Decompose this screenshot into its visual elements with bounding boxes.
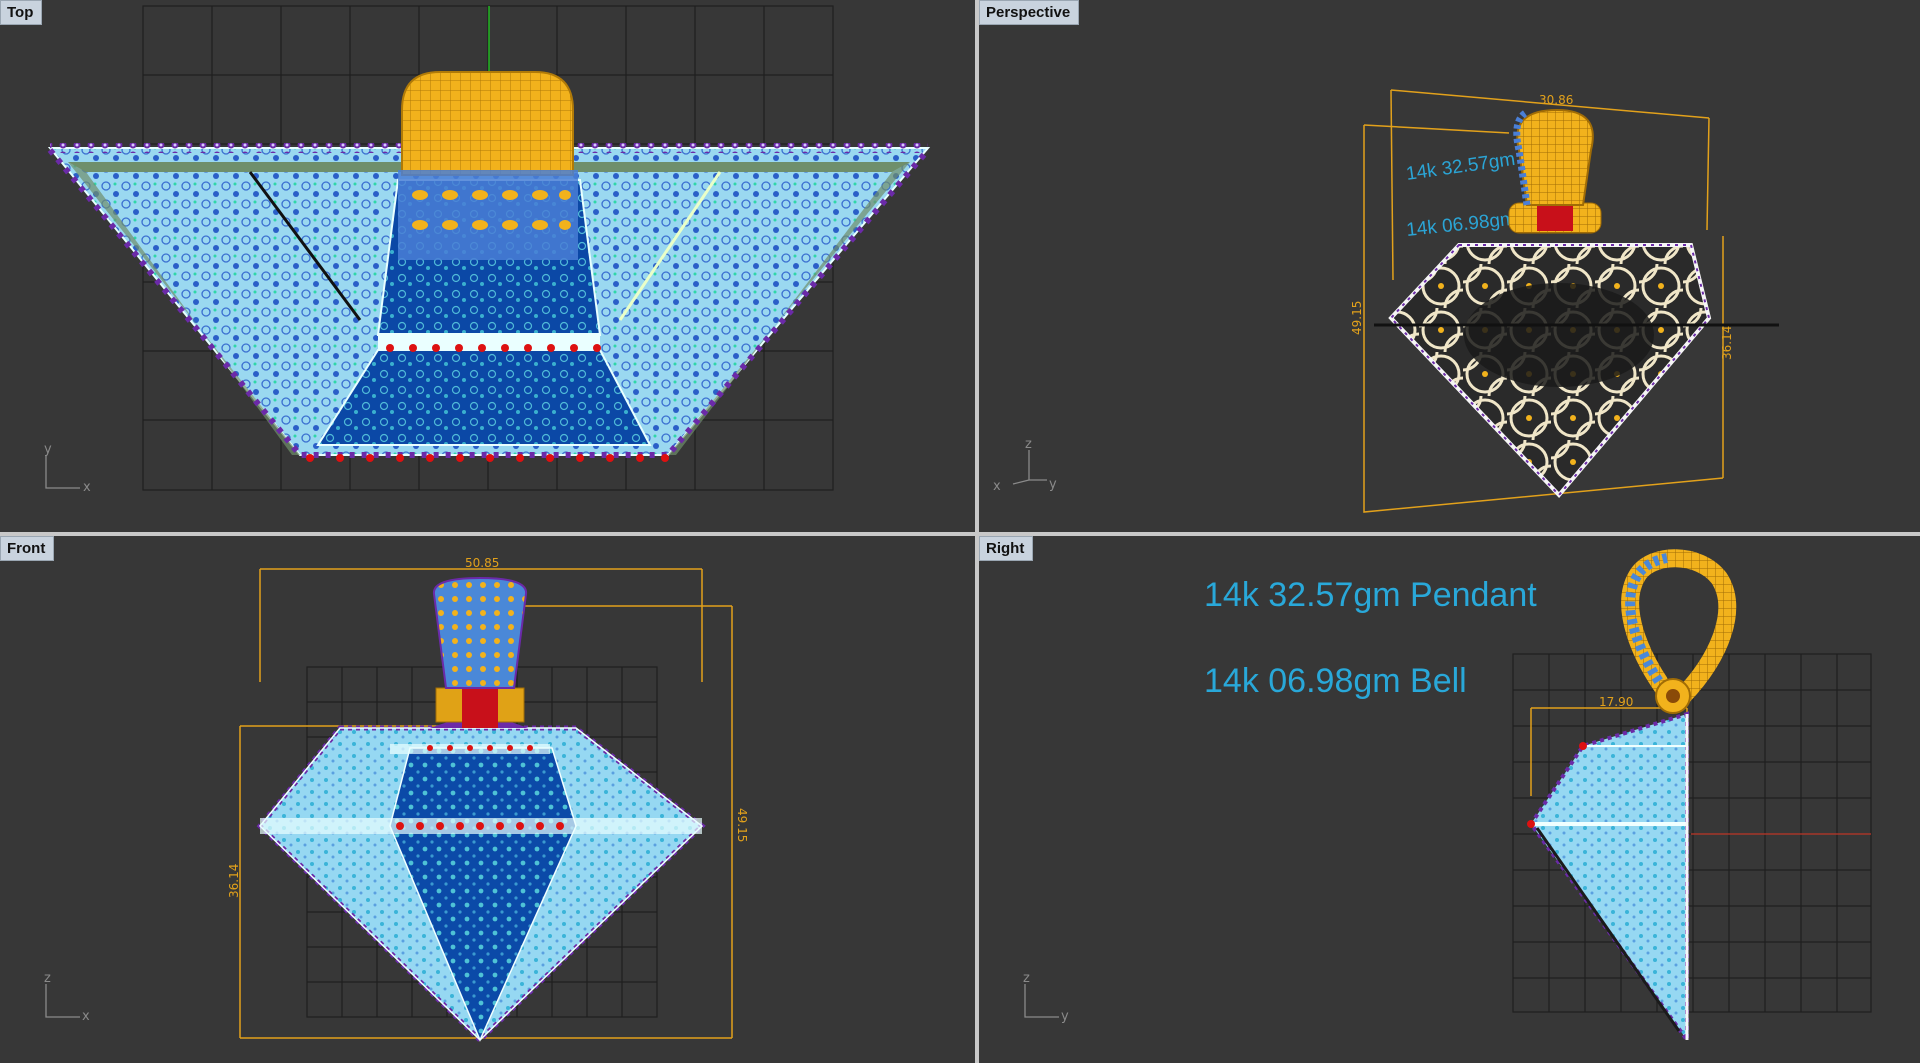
axis-label-y: y <box>1049 477 1057 492</box>
note-pendant-weight: 14k 32.57gm Pendant <box>1204 576 1537 614</box>
axis-icon-top <box>45 455 80 489</box>
viewport-top[interactable]: Top y x <box>0 0 975 532</box>
axis-label-z: z <box>44 971 51 986</box>
axis-label-z: z <box>1025 437 1032 452</box>
perspective-bail <box>1516 108 1594 206</box>
right-pendant-profile <box>1528 711 1689 1047</box>
perspective-dim-height-right: 36.14 <box>1720 326 1734 360</box>
viewport-label-front[interactable]: Front <box>0 536 55 561</box>
axis-label-z: z <box>1023 971 1030 986</box>
axis-label-y: y <box>1061 1009 1069 1024</box>
bail-top <box>401 71 574 176</box>
axis-label-y: y <box>44 442 52 457</box>
front-view-canvas[interactable]: 50.85 36.14 49.15 z x <box>0 536 975 1063</box>
note-bell-weight: 14k 06.98gm Bell <box>1204 662 1467 700</box>
axis-label-x: x <box>83 480 91 495</box>
front-dim-width: 50.85 <box>465 556 499 570</box>
front-dim-height-left: 36.14 <box>227 864 241 898</box>
right-dim-depth: 17.90 <box>1599 695 1633 709</box>
viewport-right[interactable]: Right 14k 32.57gm Pendant 14k 06.98gm Be… <box>979 536 1920 1063</box>
viewport-label-right[interactable]: Right <box>979 536 1034 561</box>
top-view-canvas[interactable]: y x <box>0 0 975 532</box>
viewport-front[interactable]: Front 50.85 36.14 49.15 z x <box>0 536 975 1063</box>
axis-icon-right <box>1024 984 1059 1018</box>
axis-icon-front <box>45 984 80 1018</box>
viewport-perspective[interactable]: Perspective 30.86 49.15 36.14 14k 32.57g… <box>979 0 1920 532</box>
axis-label-x: x <box>993 479 1001 494</box>
perspective-dim-width: 30.86 <box>1539 93 1573 107</box>
perspective-view-canvas[interactable]: 30.86 49.15 36.14 14k 32.57gm Pendant 14… <box>979 0 1920 532</box>
front-bail <box>432 576 528 689</box>
perspective-dim-height-left: 49.15 <box>1350 301 1364 335</box>
viewport-label-top[interactable]: Top <box>0 0 43 25</box>
viewport-label-perspective[interactable]: Perspective <box>979 0 1080 25</box>
axis-icon-perspective <box>1012 450 1047 485</box>
right-bail-loop <box>1621 549 1737 703</box>
right-view-canvas[interactable]: 14k 32.57gm Pendant 14k 06.98gm Bell 17.… <box>979 536 1920 1063</box>
axis-label-x: x <box>82 1009 90 1024</box>
front-dim-height-right: 49.15 <box>735 808 749 842</box>
